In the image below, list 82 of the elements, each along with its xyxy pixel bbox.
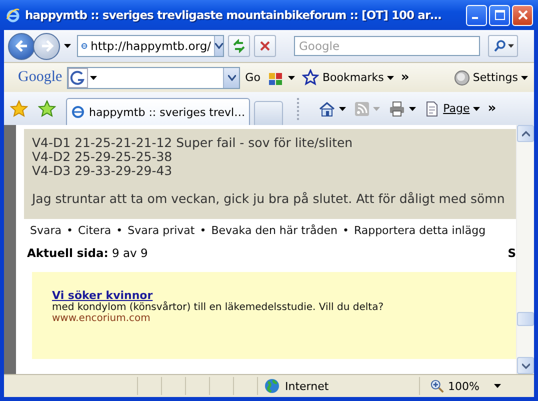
- home-icon: [318, 100, 336, 118]
- stop-icon: [259, 40, 271, 52]
- chevron-down-icon: [215, 43, 223, 49]
- post-line: V4-D1 21-25-21-21-12 Super fail - sov för lite/sliten: [32, 136, 354, 150]
- dropdown-arrow-icon[interactable]: [90, 76, 98, 80]
- vertical-scrollbar[interactable]: [516, 125, 534, 374]
- chevron-up-icon: [522, 130, 530, 136]
- browser-logo-icon: [5, 7, 21, 23]
- window-title: happymtb :: sveriges trevligaste mountainbikeforum :: [OT] 100 ar…: [25, 8, 442, 22]
- printer-icon: [388, 100, 406, 118]
- ad-url: www.encorium.com: [52, 313, 150, 324]
- google-logo: Google: [18, 69, 62, 86]
- post-action-link[interactable]: Svara privat: [128, 224, 195, 237]
- post-line: V4-D3 29-33-29-29-43: [32, 164, 174, 178]
- google-icon: [68, 68, 88, 88]
- more-button[interactable]: »: [486, 101, 498, 116]
- star-icon[interactable]: [10, 100, 28, 118]
- forward-button[interactable]: [33, 32, 60, 60]
- page-icon: [71, 105, 85, 119]
- ad-title-link[interactable]: Vi söker kvinnor: [52, 289, 153, 302]
- close-icon: [518, 10, 528, 20]
- dropdown-arrow-icon: [339, 106, 346, 110]
- separator-bullet: •: [116, 224, 123, 237]
- chevron-down-icon: [228, 74, 236, 80]
- dropdown-arrow-icon[interactable]: [64, 44, 71, 48]
- dropdown-arrow-icon: [508, 44, 514, 48]
- stop-button[interactable]: [254, 35, 276, 57]
- current-page-text: Aktuell sida: 9 av 9: [27, 246, 148, 260]
- chevron-down-icon: [522, 362, 530, 368]
- post-action-link[interactable]: Bevaka den här tråden: [211, 224, 338, 237]
- dropdown-arrow-icon: [409, 106, 416, 110]
- search-button[interactable]: [488, 35, 518, 57]
- zone-label: Internet: [285, 380, 329, 392]
- separator-bullet: •: [342, 224, 349, 237]
- settings-button[interactable]: Settings: [452, 70, 530, 86]
- scroll-up-button[interactable]: [517, 125, 534, 142]
- add-favorite-icon[interactable]: [38, 100, 56, 118]
- globe-icon: [264, 378, 280, 394]
- back-arrow-icon: [14, 38, 30, 54]
- dropdown-arrow-icon: [472, 106, 480, 110]
- cut-off-text: S: [508, 246, 516, 260]
- address-text: http://happymtb.org/: [90, 39, 211, 53]
- maximize-icon: [494, 10, 504, 20]
- dropdown-arrow-icon: [386, 76, 394, 80]
- minimize-button[interactable]: [466, 4, 487, 26]
- document-icon: [424, 100, 440, 116]
- ad-text: med kondylom (könsvårtor) till en läkemedelsstudie. Vill du delta?: [52, 302, 384, 313]
- zoom-in-icon: [430, 378, 445, 394]
- close-button[interactable]: [512, 4, 533, 26]
- dropdown-arrow-icon: [494, 384, 502, 388]
- page-menu-button[interactable]: Page: [422, 100, 482, 116]
- back-button[interactable]: [8, 32, 35, 60]
- dropdown-arrow-icon: [521, 76, 528, 80]
- post-line: V4-D2 25-29-25-25-38: [32, 150, 174, 164]
- bookmarks-button[interactable]: Bookmarks: [300, 69, 396, 86]
- feed-icon: [354, 100, 370, 116]
- search-field[interactable]: Google: [294, 36, 480, 56]
- separator-bullet: •: [66, 224, 73, 237]
- zoom-button[interactable]: 100%: [420, 378, 506, 394]
- star-icon: [302, 69, 320, 86]
- dropdown-button[interactable]: [214, 36, 223, 56]
- circle-icon: [454, 70, 470, 86]
- minimize-icon: [472, 17, 478, 19]
- browser-tab[interactable]: happymtb :: sveriges trevl…: [66, 98, 250, 125]
- maximize-button[interactable]: [489, 4, 510, 26]
- refresh-icon: [232, 39, 246, 53]
- dropdown-button[interactable]: [223, 68, 240, 88]
- post-action-link[interactable]: Rapportera detta inlägg: [354, 224, 486, 237]
- post-paragraph: Jag struntar att ta om veckan, gick ju bra på slutet. Att för dåligt med sömn: [32, 192, 506, 206]
- post-action-link[interactable]: Citera: [78, 224, 112, 237]
- go-button[interactable]: Go: [243, 71, 262, 84]
- google-search-field[interactable]: [67, 66, 240, 88]
- search-icon: [492, 39, 506, 53]
- more-button[interactable]: »: [398, 70, 412, 85]
- dropdown-arrow-icon: [373, 106, 380, 110]
- refresh-button[interactable]: [228, 35, 250, 57]
- scrollbar-thumb[interactable]: [517, 312, 534, 326]
- dropdown-arrow-icon: [288, 76, 296, 80]
- post-action-link[interactable]: Svara: [30, 224, 62, 237]
- address-field[interactable]: http://happymtb.org/: [77, 35, 224, 57]
- scroll-down-button[interactable]: [517, 357, 534, 374]
- separator-bullet: •: [200, 224, 206, 237]
